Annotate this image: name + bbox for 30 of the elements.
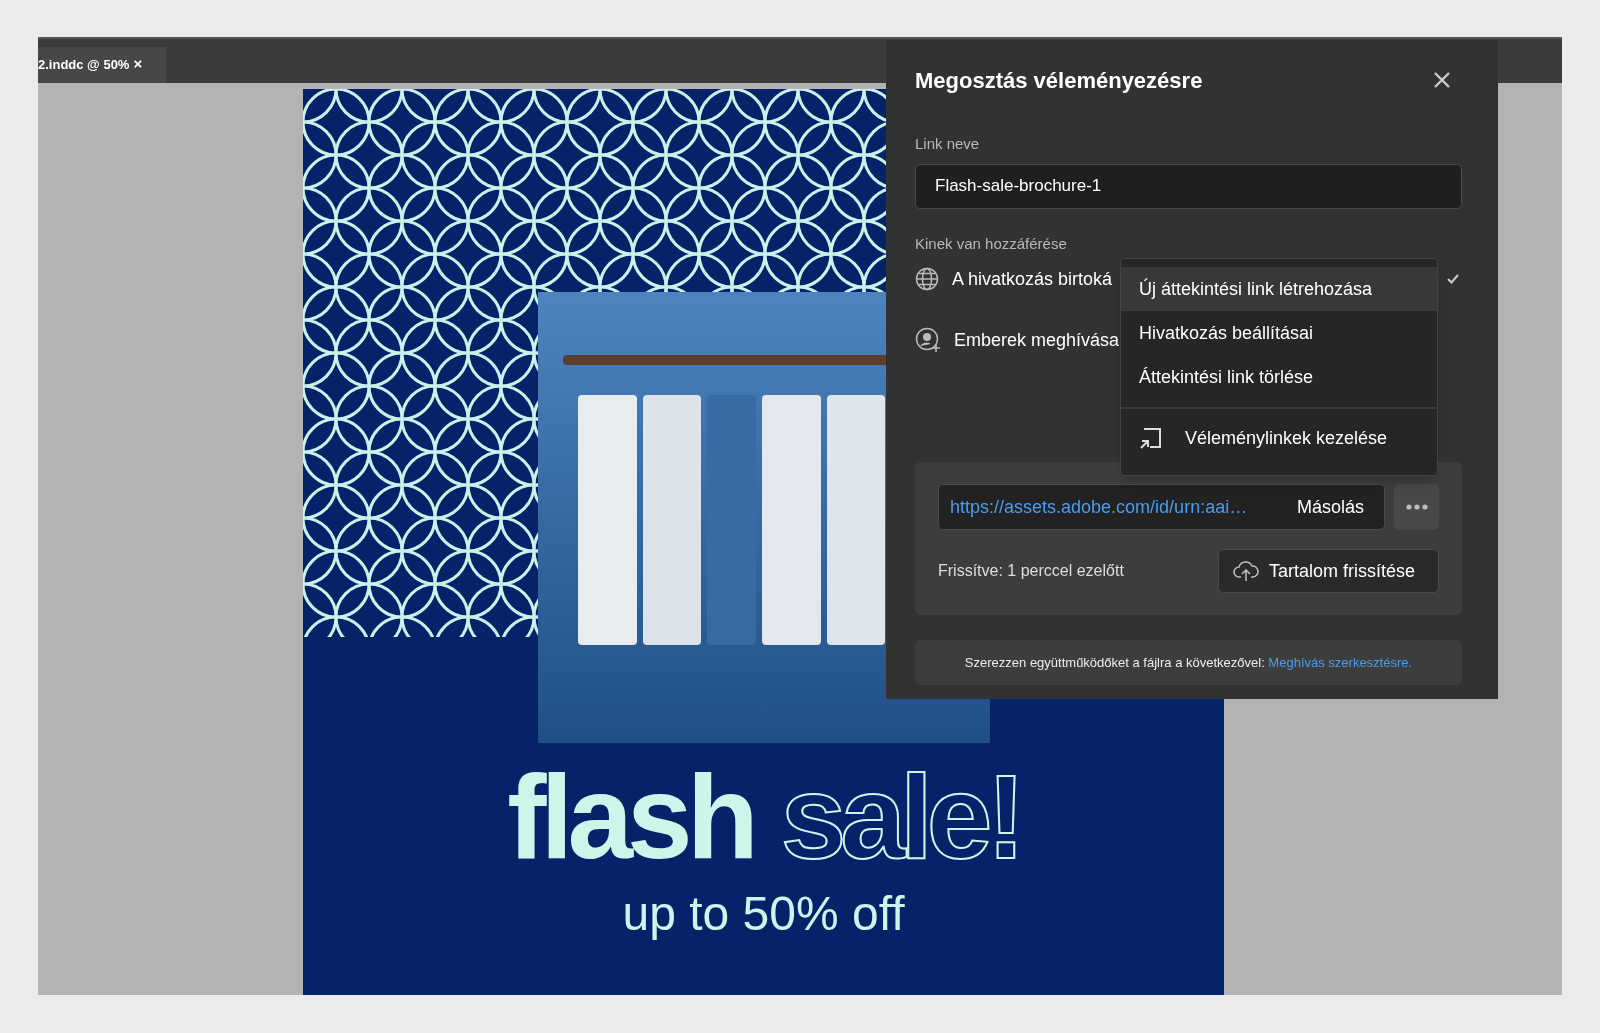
url-field[interactable]: https://assets.adobe.com/id/urn:aai… Másolás [938,484,1386,530]
dialog-title: Megosztás véleményezésre [915,66,1203,95]
refresh-content-button[interactable]: Tartalom frissítése [1218,549,1439,593]
cloud-upload-icon [1233,560,1259,582]
updated-text: Frissítve: 1 perccel ezelőtt [938,561,1124,581]
headline-text: flash [507,758,753,876]
external-box-icon [1139,426,1163,450]
menu-item[interactable]: Véleménylinkek kezelése [1121,407,1437,467]
copy-button[interactable]: Másolás [1297,493,1365,521]
field-label: Link neve [915,134,981,154]
link-name-field[interactable]: Flash-sale-brochure-1 [915,163,1462,209]
access-option[interactable]: Emberek meghívása [954,326,1120,354]
person-add-icon [915,327,941,353]
menu-item[interactable]: Áttekintési link törlése [1121,355,1437,399]
url-link[interactable]: https://assets.adobe.com/id/urn:aai… [950,493,1248,521]
access-option[interactable]: A hivatkozás birtoká [952,265,1113,293]
headline-outline-text: sale! [780,758,1020,876]
field-label: Kinek van hozzáférése [915,233,1068,254]
tab-label: 2.inddc @ 50% [38,56,130,75]
globe-icon [915,267,939,291]
more-icon [1405,504,1428,510]
menu-item[interactable]: Hivatkozás beállításai [1121,311,1437,355]
footer-text: Szerezzen együttműködőket a fájlra a következővel: Meghívás szerkesztésre. [964,653,1413,672]
subline-text: up to 50% off [622,890,905,938]
invite-link[interactable]: Meghívás szerkesztésre. [1268,654,1413,670]
document-tab[interactable]: 2.inddc @ 50% × [38,47,166,83]
menu-item[interactable]: Új áttekintési link létrehozása [1121,267,1437,311]
close-icon[interactable] [1433,71,1451,89]
tab-close-button[interactable]: × [133,55,143,71]
more-button[interactable] [1394,484,1439,530]
